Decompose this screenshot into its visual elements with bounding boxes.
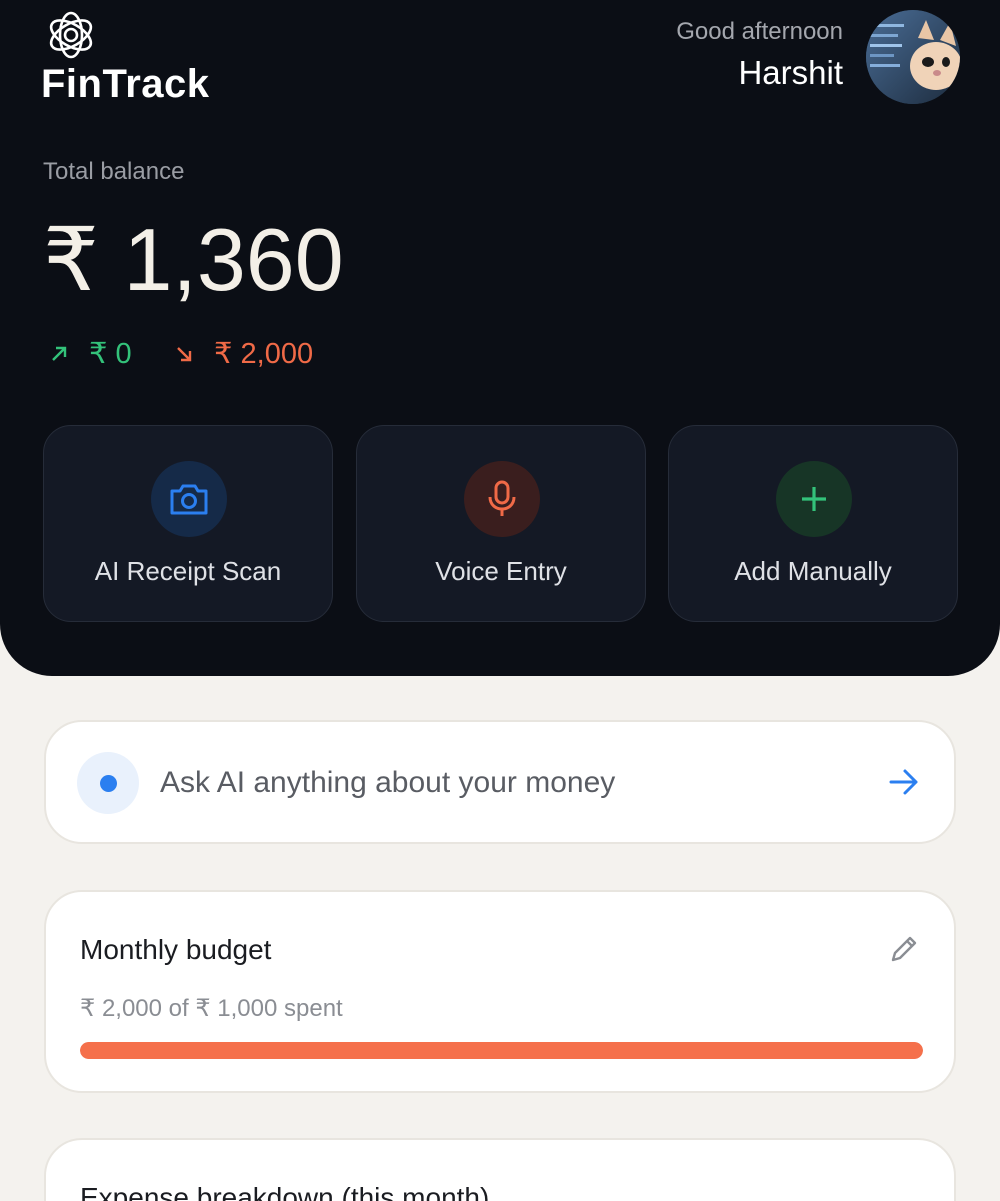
- ai-receipt-scan-button[interactable]: AI Receipt Scan: [43, 425, 333, 622]
- expense-breakdown-card: Expense breakdown (this month): [44, 1138, 956, 1201]
- voice-entry-label: Voice Entry: [435, 556, 567, 586]
- ask-ai-input[interactable]: Ask AI anything about your money: [44, 720, 956, 844]
- greeting-text: Good afternoon: [676, 18, 843, 45]
- voice-entry-button[interactable]: Voice Entry: [356, 425, 646, 622]
- ai-receipt-scan-label: AI Receipt Scan: [94, 556, 282, 586]
- camera-icon: [151, 461, 227, 537]
- arrow-down-right-icon: [177, 346, 192, 361]
- plus-icon: [776, 461, 852, 537]
- ai-dot-icon: [77, 752, 139, 814]
- budget-title: Monthly budget: [80, 934, 272, 965]
- add-manually-button[interactable]: Add Manually: [668, 425, 958, 622]
- logo-knot-icon: [49, 11, 93, 59]
- user-name: Harshit: [738, 54, 843, 91]
- total-balance-amount: ₹ 1,360: [43, 210, 344, 309]
- budget-progress-bar: [80, 1042, 923, 1059]
- budget-summary: ₹ 2,000 of ₹ 1,000 spent: [80, 995, 343, 1022]
- arrow-up-right-icon: [52, 346, 67, 361]
- balance-header: FinTrack Good afternoon Harshit Total ba…: [0, 0, 1000, 676]
- app-name: FinTrack: [41, 62, 210, 106]
- avatar-cat-image: [866, 10, 960, 104]
- avatar[interactable]: [866, 10, 960, 104]
- monthly-budget-card: Monthly budget ₹ 2,000 of ₹ 1,000 spent: [44, 890, 956, 1093]
- greeting-block: Good afternoon Harshit: [676, 18, 843, 92]
- arrow-right-icon[interactable]: [888, 768, 920, 796]
- expense-amount: ₹ 2,000: [214, 338, 314, 370]
- microphone-icon: [464, 461, 540, 537]
- income-summary: ₹ 0: [49, 336, 132, 371]
- expense-breakdown-title: Expense breakdown (this month): [80, 1182, 490, 1201]
- ask-ai-placeholder: Ask AI anything about your money: [160, 766, 616, 799]
- total-balance-label: Total balance: [43, 158, 185, 185]
- income-amount: ₹ 0: [89, 338, 132, 370]
- add-manually-label: Add Manually: [734, 556, 892, 586]
- pencil-icon[interactable]: [888, 933, 920, 965]
- budget-progress-fill: [80, 1042, 923, 1059]
- expense-summary: ₹ 2,000: [174, 336, 313, 371]
